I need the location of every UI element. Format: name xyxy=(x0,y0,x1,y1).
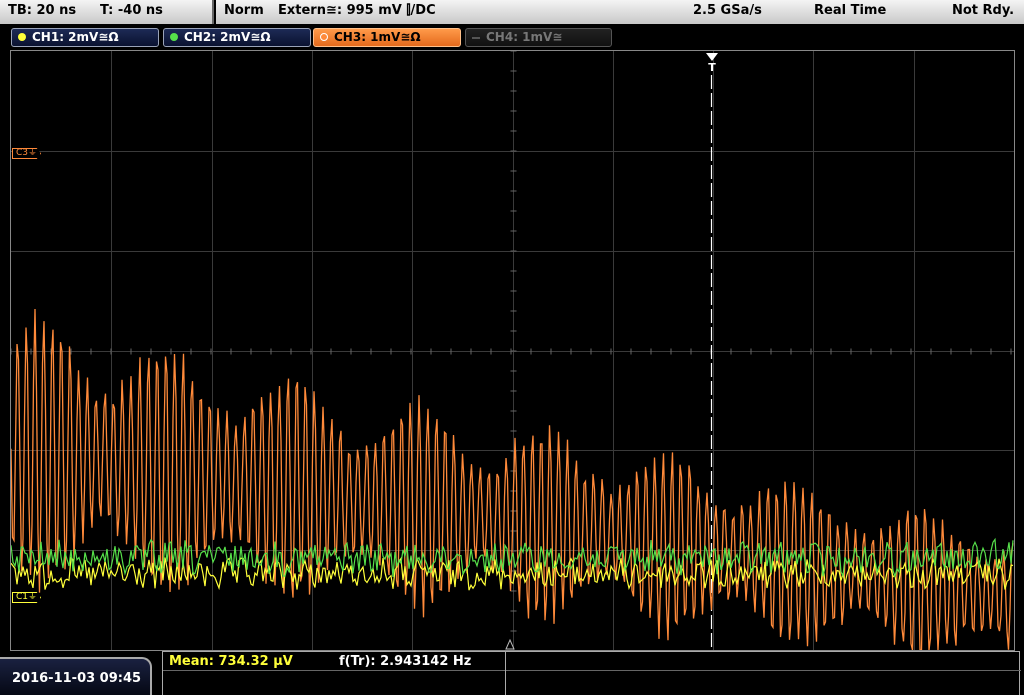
ch2-indicator-icon xyxy=(170,33,178,41)
frequency-measurement: f(Tr): 2.943142 Hz xyxy=(339,654,472,669)
acquisition-mode: Real Time xyxy=(814,3,887,18)
ch3-waveform xyxy=(11,308,1014,650)
datetime-panel[interactable]: 2016-11-03 09:45 xyxy=(0,657,152,695)
trigger-arrow-icon xyxy=(706,53,718,61)
trigger-source: Extern≅: 995 mV ⫿/DC xyxy=(278,3,436,18)
acquisition-panel[interactable]: Norm Extern≅: 995 mV ⫿/DC 2.5 GSa/s Real… xyxy=(216,0,1024,24)
ch3-marker-label: C3 xyxy=(16,148,29,158)
ready-status: Not Rdy. xyxy=(952,3,1015,18)
channel-label: CH3: 1mV≅Ω xyxy=(334,30,421,44)
horizontal-position-icon xyxy=(505,638,515,650)
channel-label: CH1: 2mV≅Ω xyxy=(32,30,119,44)
waveform-display[interactable]: C3⏚ C1⏚ T xyxy=(10,50,1015,651)
ch3-offset-marker[interactable]: C3⏚ xyxy=(12,148,42,159)
timebase-readout: TB: 20 ns xyxy=(8,3,77,18)
measurement-divider xyxy=(163,670,1021,671)
ch1-offset-marker[interactable]: C1⏚ xyxy=(12,592,42,603)
status-bar: TB: 20 ns T: -40 ns Norm Extern≅: 995 mV… xyxy=(0,0,1024,24)
mean-measurement: Mean: 734.32 µV xyxy=(169,654,293,669)
ch1-marker-label: C1 xyxy=(16,592,29,602)
measurement-panel[interactable]: Mean: 734.32 µV f(Tr): 2.943142 Hz xyxy=(162,651,1021,695)
channel-label: CH4: 1mV≅ xyxy=(486,30,563,44)
bottom-bar: 2016-11-03 09:45 Mean: 734.32 µV f(Tr): … xyxy=(0,651,1024,695)
ch1-indicator-icon xyxy=(18,33,26,41)
trigger-mode: Norm xyxy=(224,3,264,18)
channel-tab-ch1[interactable]: CH1: 2mV≅Ω xyxy=(11,28,159,47)
measurement-separator xyxy=(505,652,506,695)
channel-tab-ch3[interactable]: CH3: 1mV≅Ω xyxy=(313,28,461,47)
trigger-time-readout: T: -40 ns xyxy=(100,3,163,18)
channel-tab-ch2[interactable]: CH2: 2mV≅Ω xyxy=(163,28,311,47)
channel-bar: CH1: 2mV≅Ω CH2: 2mV≅Ω CH3: 1mV≅Ω CH4: 1m… xyxy=(0,24,1024,50)
ch3-indicator-icon xyxy=(320,33,328,41)
timebase-panel[interactable]: TB: 20 ns T: -40 ns xyxy=(0,0,214,24)
channel-label: CH2: 2mV≅Ω xyxy=(184,30,271,44)
channel-tab-ch4[interactable]: CH4: 1mV≅ xyxy=(465,28,612,47)
trigger-marker-label: T xyxy=(708,61,716,74)
datetime: 2016-11-03 09:45 xyxy=(12,671,142,686)
trigger-position-marker[interactable]: T xyxy=(705,53,719,77)
ch4-indicator-icon xyxy=(472,37,480,39)
waveform-canvas xyxy=(11,51,1014,650)
sample-rate: 2.5 GSa/s xyxy=(693,3,762,18)
